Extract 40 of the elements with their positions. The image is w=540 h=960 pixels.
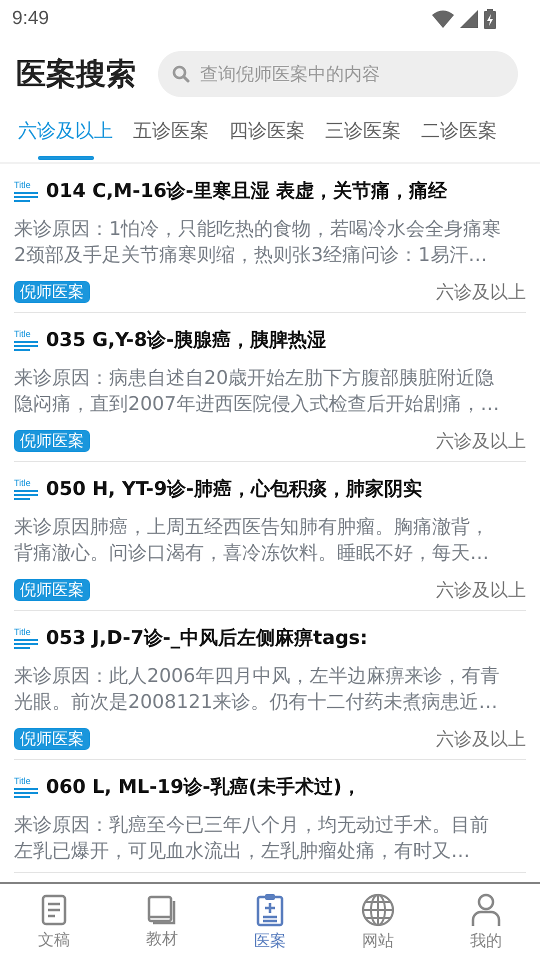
nav-item[interactable]: 文稿 [0, 884, 108, 960]
case-description: 来诊原因肺癌，上周五经西医告知肺有肿瘤。胸痛澈背， 背痛澈心。问诊口渴有，喜冷冻饮料。睡眠不好，每天… [14, 515, 490, 566]
source-tag: 倪师医案 [14, 281, 90, 303]
nav-item[interactable]: 医案 [216, 884, 324, 960]
nav-item[interactable]: 教材 [108, 884, 216, 960]
clipboard-icon [256, 892, 284, 926]
case-description: 来诊原因：乳癌至今已三年八个月，均无动过手术。目前 左乳已爆开，可见血水流出，左乳肿瘤处痛，有时又… [14, 813, 490, 864]
category-tab[interactable]: 五诊医案 [123, 104, 219, 162]
source-tag: 倪师医案 [14, 430, 90, 452]
document-icon [41, 894, 67, 926]
search-field[interactable]: 查询倪师医案中的内容 [158, 51, 518, 97]
category-tab[interactable]: 三诊医案 [315, 104, 411, 162]
status-time: 9:49 [12, 8, 49, 30]
category-tab[interactable]: 二诊医案 [411, 104, 507, 162]
case-title[interactable]: 050 H, YT-9诊-肺癌，心包积痰，肺家阴实 [46, 476, 422, 502]
nav-item[interactable]: 网站 [324, 884, 432, 960]
page-title: 医案搜索 [16, 56, 136, 94]
wifi-icon [432, 10, 454, 28]
category-label: 六诊及以上 [436, 728, 526, 751]
category-label: 六诊及以上 [436, 281, 526, 304]
case-title[interactable]: 014 C,M-16诊-里寒且湿 表虚，关节痛，痛经 [46, 178, 448, 204]
case-description: 来诊原因：1怕冷，只能吃热的食物，若喝冷水会全身痛寒 2颈部及手足关节痛寒则缩，热则张3经痛问诊：1易汗… [14, 217, 502, 268]
source-tag: 倪师医案 [14, 579, 90, 601]
person-icon [471, 892, 501, 926]
category-label: 六诊及以上 [436, 579, 526, 602]
case-title[interactable]: 060 L, ML-19诊-乳癌(未手术过)， [46, 774, 361, 800]
book-icon [147, 894, 177, 924]
nav-item[interactable]: 我的 [432, 884, 540, 960]
case-title[interactable]: 035 G,Y-8诊-胰腺癌，胰脾热湿 [46, 327, 326, 353]
category-tab[interactable]: 六诊及以上 [8, 104, 123, 162]
category-label: 六诊及以上 [436, 430, 526, 453]
source-tag: 倪师医案 [14, 728, 90, 750]
case-description: 来诊原因：病患自述自20歳开始左肋下方腹部胰脏附近隐 隐闷痛，直到2007年进西医院侵入式检查后开始剧痛，… [14, 366, 500, 417]
case-title[interactable]: 053 J,D-7诊-_中风后左侧麻痹tags: [46, 625, 368, 651]
search-icon [172, 65, 190, 83]
case-description: 来诊原因：此人2006年四月中风，左半边麻痹来诊，有青 光眼。前次是2008121来诊。仍有十二付药未煮病患近… [14, 664, 500, 715]
category-tab[interactable]: 四诊医案 [219, 104, 315, 162]
battery-icon [484, 9, 496, 29]
globe-icon [361, 892, 395, 926]
signal-icon [460, 10, 478, 28]
